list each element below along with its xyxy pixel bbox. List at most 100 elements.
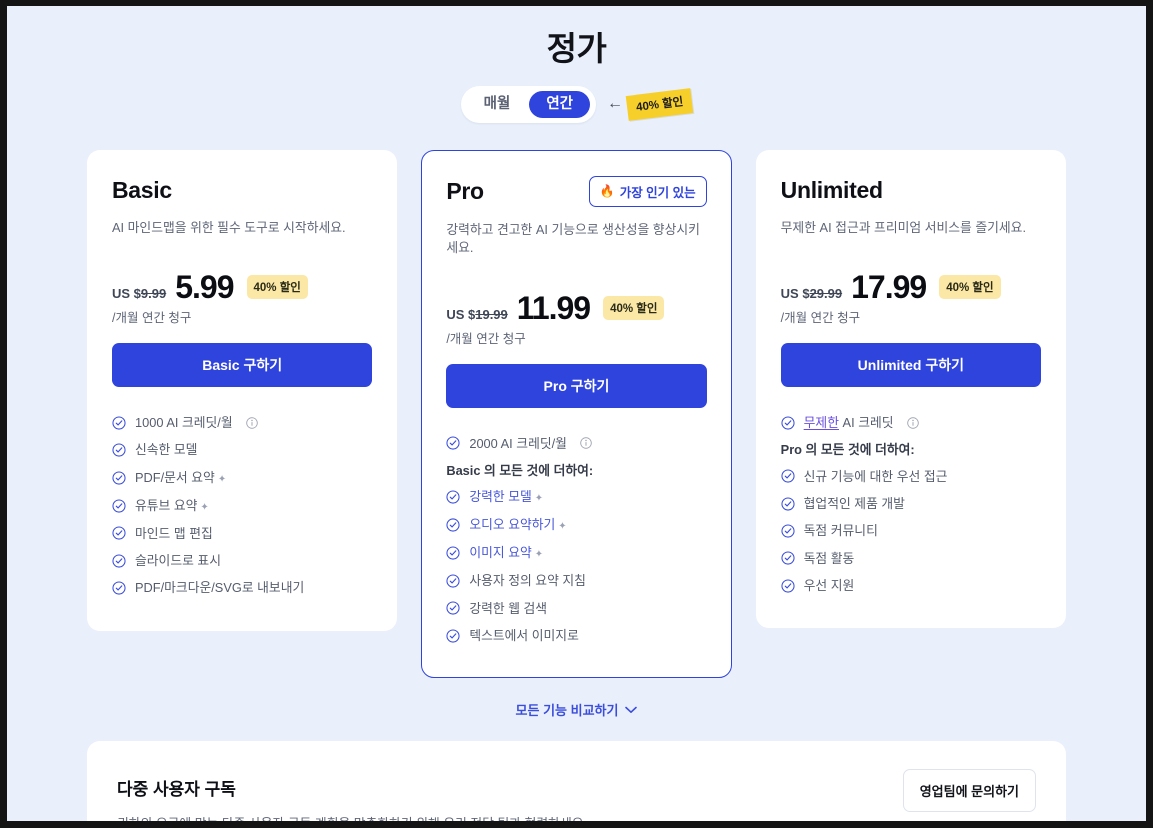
feature-label: Pro 의 모든 것에 더하여: — [781, 442, 915, 457]
card-header: Basic — [112, 177, 372, 205]
plan-name: Unlimited — [781, 177, 883, 204]
card-header: Pro 🔥가장 인기 있는 — [446, 176, 706, 207]
price-original-amount: 29.99 — [810, 286, 843, 301]
feature-group-title: Pro 의 모든 것에 더하여: — [781, 442, 1041, 457]
buy-pro-button[interactable]: Pro 구하기 — [446, 364, 706, 408]
feature-item: 신규 기능에 대한 우선 접근 — [781, 469, 1041, 484]
enterprise-title: 다중 사용자 구독 — [117, 775, 587, 800]
toggle-option-annual[interactable]: 연간 — [529, 91, 590, 118]
compare-all-features-link[interactable]: 모든 기능 비교하기 — [516, 700, 638, 719]
feature-label: 슬라이드로 표시 — [135, 553, 221, 568]
feature-label: 유튜브 요약✦ — [135, 498, 209, 514]
feature-label-text: PDF/마크다운/SVG로 내보내기 — [135, 580, 304, 595]
info-icon[interactable] — [907, 417, 919, 429]
info-icon[interactable] — [246, 417, 258, 429]
feature-label-text: 오디오 요약하기 — [469, 517, 555, 532]
feature-label: 2000 AI 크레딧/월 — [469, 436, 567, 451]
price-row: US $19.99 11.99 40% 할인 — [446, 292, 706, 324]
feature-item: 강력한 웹 검색 — [446, 601, 706, 616]
billing-toggle[interactable]: 매월 연간 — [461, 86, 596, 123]
price-original: US $9.99 — [112, 286, 166, 301]
price-row: US $9.995.9940% 할인 — [112, 271, 372, 303]
feature-label-text: 강력한 웹 검색 — [469, 601, 547, 616]
check-circle-icon — [112, 581, 126, 595]
feature-item: 이미지 요약✦ — [446, 545, 706, 561]
sparkle-icon: ✦ — [218, 474, 226, 485]
check-circle-icon — [112, 526, 126, 540]
price-currency: US $ — [112, 286, 141, 301]
sparkle-icon: ✦ — [200, 502, 208, 513]
plan-description: 무제한 AI 접근과 프리미엄 서비스를 즐기세요. — [781, 219, 1041, 238]
feature-item: 협업적인 제품 개발 — [781, 496, 1041, 511]
billing-toggle-row: 매월 연간 ← 40% 할인 — [7, 86, 1146, 123]
billing-period: /개월 연간 청구 — [112, 307, 372, 326]
feature-item: 1000 AI 크레딧/월 — [112, 415, 372, 430]
feature-label-text: 2000 AI 크레딧/월 — [469, 436, 567, 451]
feature-item: 사용자 정의 요약 지침 — [446, 573, 706, 588]
feature-label-text: 신규 기능에 대한 우선 접근 — [804, 469, 948, 484]
feature-label: 독점 커뮤니티 — [804, 523, 878, 538]
pricing-card-basic: Basic AI 마인드맵을 위한 필수 도구로 시작하세요. US $9.99 5.… — [87, 150, 397, 631]
feature-label-text: 슬라이드로 표시 — [135, 553, 221, 568]
feature-item: 무제한 AI 크레딧 — [781, 415, 1041, 430]
feature-label: PDF/마크다운/SVG로 내보내기 — [135, 580, 304, 595]
feature-item: 2000 AI 크레딧/월 — [446, 436, 706, 451]
billing-period: /개월 연간 청구 — [781, 307, 1041, 326]
feature-label: 오디오 요약하기✦ — [469, 517, 566, 533]
feature-label: 신규 기능에 대한 우선 접근 — [804, 469, 948, 484]
plan-description: 강력하고 견고한 AI 기능으로 생산성을 향상시키세요. — [446, 221, 706, 258]
price-original-amount: 9.99 — [141, 286, 166, 301]
price-currency: US $ — [446, 307, 475, 322]
feature-label: 이미지 요약✦ — [469, 545, 543, 561]
plan-description: AI 마인드맵을 위한 필수 도구로 시작하세요. — [112, 219, 372, 238]
sparkle-icon: ✦ — [535, 549, 543, 560]
feature-label-text: 강력한 모델 — [469, 489, 531, 504]
feature-item: 우선 지원 — [781, 578, 1041, 593]
discount-chip: 40% 할인 — [939, 275, 1000, 299]
feature-label: 텍스트에서 이미지로 — [469, 628, 579, 643]
check-circle-icon — [112, 499, 126, 513]
info-icon[interactable] — [580, 437, 592, 449]
billing-period: /개월 연간 청구 — [446, 328, 706, 347]
feature-label-text: AI 크레딧 — [843, 415, 894, 430]
arrow-left-icon: ← — [607, 96, 623, 112]
plan-name: Pro — [446, 178, 483, 205]
feature-label: 협업적인 제품 개발 — [804, 496, 905, 511]
check-circle-icon — [446, 546, 460, 560]
feature-label-text: 사용자 정의 요약 지침 — [469, 573, 586, 588]
plan-name: Basic — [112, 177, 172, 204]
feature-list: 1000 AI 크레딧/월신속한 모델PDF/문서 요약✦유튜브 요약✦마인드 … — [112, 415, 372, 596]
price-current: 11.99 — [517, 292, 590, 324]
pricing-page: 정가 매월 연간 ← 40% 할인 BasicAI 마인드맵을 위한 필수 도구… — [7, 6, 1146, 821]
check-circle-icon — [112, 443, 126, 457]
feature-label-text: 독점 커뮤니티 — [804, 523, 878, 538]
buy-unlimited-button[interactable]: Unlimited 구하기 — [781, 343, 1041, 387]
feature-label-highlight: 무제한 — [804, 415, 839, 430]
check-circle-icon — [781, 497, 795, 511]
check-circle-icon — [446, 518, 460, 532]
most-popular-badge: 🔥가장 인기 있는 — [589, 176, 707, 207]
card-header: Unlimited — [781, 177, 1041, 205]
feature-item: PDF/문서 요약✦ — [112, 470, 372, 486]
discount-chip: 40% 할인 — [603, 296, 664, 320]
check-circle-icon — [781, 416, 795, 430]
discount-ribbon-badge: 40% 할인 — [626, 88, 694, 121]
toggle-option-monthly[interactable]: 매월 — [467, 91, 528, 118]
feature-label: 강력한 모델✦ — [469, 489, 543, 505]
feature-item: 강력한 모델✦ — [446, 489, 706, 505]
feature-item: 유튜브 요약✦ — [112, 498, 372, 514]
feature-item: 텍스트에서 이미지로 — [446, 628, 706, 643]
price-original: US $19.99 — [446, 307, 507, 322]
check-circle-icon — [446, 490, 460, 504]
check-circle-icon — [781, 469, 795, 483]
feature-group-title: Basic 의 모든 것에 더하여: — [446, 463, 706, 478]
feature-label-text: 독점 활동 — [804, 551, 855, 566]
check-circle-icon — [446, 436, 460, 450]
pricing-card-pro: Pro 🔥가장 인기 있는강력하고 견고한 AI 기능으로 생산성을 향상시키세요… — [421, 150, 731, 679]
enterprise-section: 다중 사용자 구독 귀하의 요구에 맞는 다중 사용자 구독 계획을 맞춤화하기… — [87, 741, 1066, 821]
buy-basic-button[interactable]: Basic 구하기 — [112, 343, 372, 387]
screen-frame: 정가 매월 연간 ← 40% 할인 BasicAI 마인드맵을 위한 필수 도구… — [0, 0, 1153, 828]
contact-sales-button[interactable]: 영업팀에 문의하기 — [903, 769, 1036, 812]
feature-item: 오디오 요약하기✦ — [446, 517, 706, 533]
price-current: 5.99 — [175, 271, 233, 303]
